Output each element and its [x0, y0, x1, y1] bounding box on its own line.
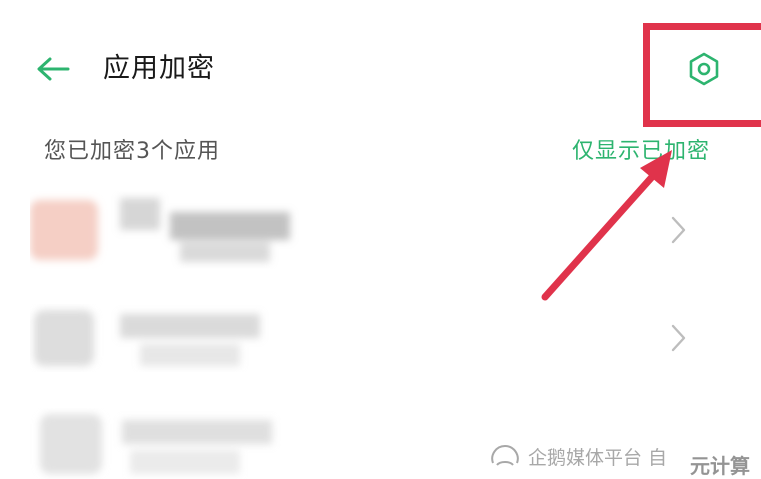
back-button[interactable] [30, 48, 76, 90]
page-title: 应用加密 [103, 53, 215, 84]
app-list-item[interactable] [0, 288, 761, 388]
settings-button[interactable] [678, 48, 730, 90]
app-icon-blurred [40, 414, 272, 474]
watermark-text: 企鹅媒体平台 自 [528, 446, 668, 469]
show-encrypted-only-link[interactable]: 仅显示已加密 [572, 135, 710, 169]
penguin-logo-icon [491, 444, 519, 466]
chevron-right-icon [671, 216, 686, 244]
hexagon-gear-icon [689, 52, 719, 86]
app-icon-blurred [30, 198, 290, 262]
encrypted-count-text: 您已加密3个应用 [44, 139, 220, 164]
chevron-right-icon [671, 324, 686, 352]
watermark: 企鹅媒体平台 自 [488, 436, 667, 476]
arrow-left-icon [37, 57, 70, 81]
app-list-item[interactable] [0, 180, 761, 280]
watermark-extra-text: 元计算 [690, 454, 750, 478]
app-icon-blurred [34, 310, 260, 366]
